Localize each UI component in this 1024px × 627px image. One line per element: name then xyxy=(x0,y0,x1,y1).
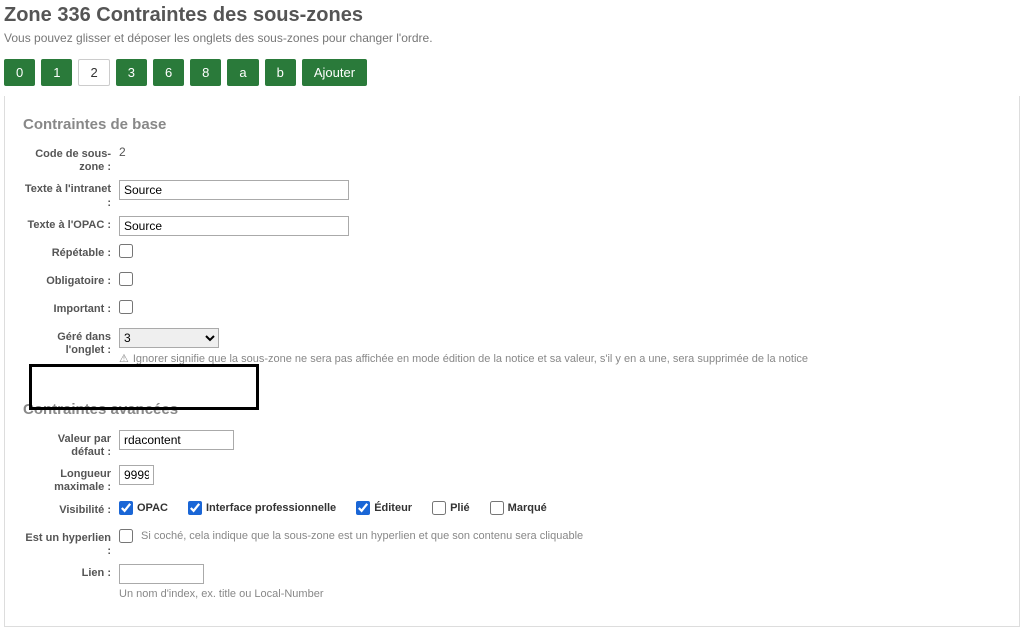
tab-a[interactable]: a xyxy=(227,59,258,86)
vis-collapsed-label: Plié xyxy=(450,502,470,514)
link-label: Lien : xyxy=(23,564,119,580)
tab-6[interactable]: 6 xyxy=(153,59,184,86)
tab-0[interactable]: 0 xyxy=(4,59,35,86)
tab-8[interactable]: 8 xyxy=(190,59,221,86)
opac-input[interactable] xyxy=(119,216,349,236)
constraints-panel: Contraintes de base Code de sous-zone : … xyxy=(4,96,1020,627)
vis-flagged-checkbox[interactable] xyxy=(490,501,504,515)
code-value: 2 xyxy=(119,145,1001,159)
managed-tab-hint: Ignorer signifie que la sous-zone ne ser… xyxy=(119,352,1001,365)
default-input[interactable] xyxy=(119,430,234,450)
managed-tab-label: Géré dans l'onglet : xyxy=(23,328,119,357)
mandatory-label: Obligatoire : xyxy=(23,272,119,288)
code-label: Code de sous-zone : xyxy=(23,145,119,174)
intranet-input[interactable] xyxy=(119,180,349,200)
repeatable-label: Répétable : xyxy=(23,244,119,260)
page-title: Zone 336 Contraintes des sous-zones xyxy=(4,4,1020,27)
vis-collapsed-checkbox[interactable] xyxy=(432,501,446,515)
vis-editor-checkbox[interactable] xyxy=(356,501,370,515)
managed-tab-select[interactable]: 3 xyxy=(119,328,219,348)
warning-icon xyxy=(119,353,133,365)
basic-section-title: Contraintes de base xyxy=(23,116,1001,133)
vis-opac-checkbox[interactable] xyxy=(119,501,133,515)
tab-1[interactable]: 1 xyxy=(41,59,72,86)
important-label: Important : xyxy=(23,300,119,316)
url-checkbox[interactable] xyxy=(119,529,133,543)
repeatable-checkbox[interactable] xyxy=(119,244,133,258)
url-label: Est un hyperlien : xyxy=(23,529,119,558)
intranet-label: Texte à l'intranet : xyxy=(23,180,119,209)
default-label: Valeur par défaut : xyxy=(23,430,119,459)
vis-staff-checkbox[interactable] xyxy=(188,501,202,515)
link-hint: Un nom d'index, ex. title ou Local-Numbe… xyxy=(119,588,1001,600)
vis-editor-label: Éditeur xyxy=(374,502,412,514)
advanced-section-title: Contraintes avancées xyxy=(23,401,1001,418)
important-checkbox[interactable] xyxy=(119,300,133,314)
vis-flagged-label: Marqué xyxy=(508,502,547,514)
visibility-label: Visibilité : xyxy=(23,501,119,517)
tab-2[interactable]: 2 xyxy=(78,59,109,86)
page-subtitle: Vous pouvez glisser et déposer les ongle… xyxy=(4,31,1020,45)
tab-add[interactable]: Ajouter xyxy=(302,59,367,86)
vis-staff-label: Interface professionnelle xyxy=(206,502,336,514)
tab-strip: 0 1 2 3 6 8 a b Ajouter xyxy=(0,59,1024,96)
maxlen-input[interactable] xyxy=(119,465,154,485)
url-hint: Si coché, cela indique que la sous-zone … xyxy=(141,530,583,542)
vis-opac-label: OPAC xyxy=(137,502,168,514)
maxlen-label: Longueur maximale : xyxy=(23,465,119,494)
tab-3[interactable]: 3 xyxy=(116,59,147,86)
mandatory-checkbox[interactable] xyxy=(119,272,133,286)
tab-b[interactable]: b xyxy=(265,59,296,86)
opac-label: Texte à l'OPAC : xyxy=(23,216,119,232)
link-input[interactable] xyxy=(119,564,204,584)
